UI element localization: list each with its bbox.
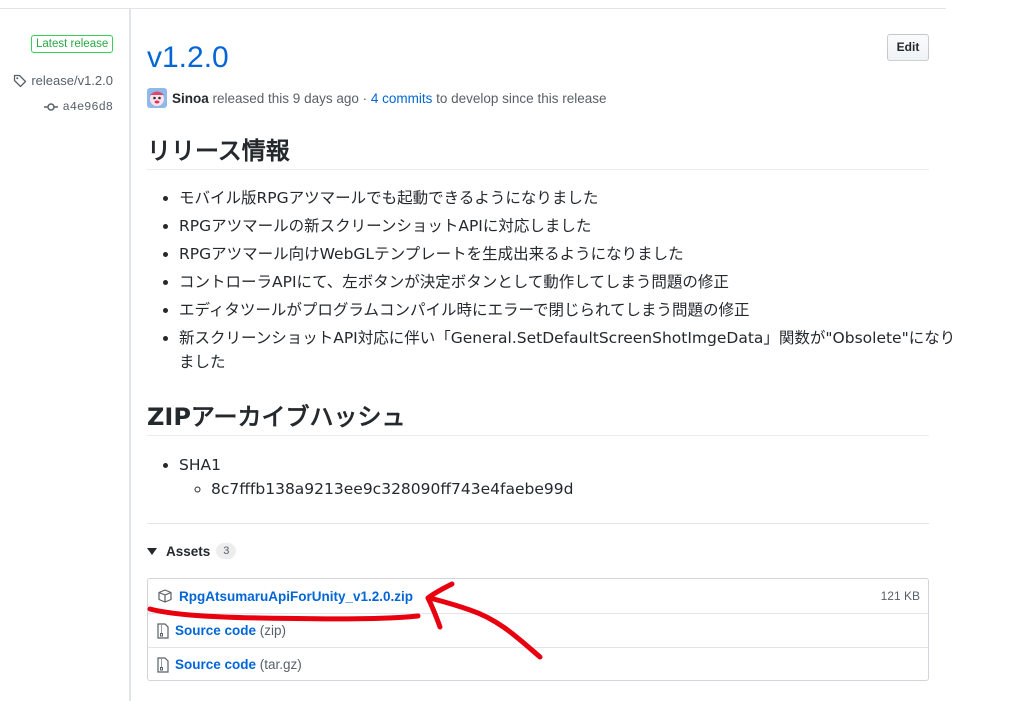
assets-toggle[interactable]: Assets 3 <box>147 543 237 559</box>
hash-list: SHA1 8c7fffb138a9213ee9c328090ff743e4fae… <box>147 453 573 501</box>
asset-link-suffix: (tar.gz) <box>259 657 302 672</box>
avatar[interactable] <box>147 88 167 108</box>
timeline-divider <box>129 8 131 701</box>
package-icon <box>157 588 173 604</box>
assets-list: RpgAtsumaruApiForUnity_v1.2.0.zip 121 KB… <box>147 578 929 681</box>
edit-button[interactable]: Edit <box>887 34 929 61</box>
asset-link-label: Source code <box>175 623 257 638</box>
asset-size: 121 KB <box>880 589 920 603</box>
asset-link[interactable]: Source code (zip) <box>175 623 286 638</box>
tag-icon <box>13 74 27 88</box>
author-name[interactable]: Sinoa <box>172 91 209 106</box>
git-commit-icon <box>43 102 58 112</box>
assets-count-badge: 3 <box>216 543 237 559</box>
list-item: RPGアツマールの新スクリーンショットAPIに対応しました <box>179 214 961 238</box>
release-notes-heading: リリース情報 <box>147 137 290 165</box>
list-item: RPGアツマール向けWebGLテンプレートを生成出来るようになりました <box>179 242 961 266</box>
zip-hash-heading: ZIPアーカイブハッシュ <box>147 403 406 431</box>
release-tag-link[interactable]: release/v1.2.0 <box>13 73 113 88</box>
release-tag-label: release/v1.2.0 <box>31 73 113 88</box>
heading-rule <box>147 169 929 170</box>
commit-link[interactable]: a4e96d8 <box>43 100 113 114</box>
asset-row-zip-package[interactable]: RpgAtsumaruApiForUnity_v1.2.0.zip 121 KB <box>148 579 928 613</box>
released-text: released this 9 days ago · <box>208 90 371 106</box>
release-notes-list: モバイル版RPGアツマールでも起動できるようになりました RPGアツマールの新ス… <box>147 186 961 378</box>
asset-link-suffix: (zip) <box>259 623 287 638</box>
top-divider <box>0 8 946 9</box>
heading-rule <box>147 435 929 436</box>
release-byline: Sinoa released this 9 days ago · 4 commi… <box>147 88 606 108</box>
list-item: エディタツールがプログラムコンパイル時にエラーで閉じられてしまう問題の修正 <box>179 298 961 322</box>
latest-release-badge: Latest release <box>31 35 114 53</box>
release-title[interactable]: v1.2.0 <box>147 38 229 78</box>
list-item: コントローラAPIにて、左ボタンが決定ボタンとして動作してしまう問題の修正 <box>179 270 961 294</box>
hash-algo-item: SHA1 8c7fffb138a9213ee9c328090ff743e4fae… <box>179 453 573 501</box>
asset-row-source-zip[interactable]: Source code (zip) <box>148 613 928 647</box>
assets-label: Assets <box>166 543 211 559</box>
commits-link[interactable]: 4 commits <box>371 91 433 106</box>
commit-hash: a4e96d8 <box>62 100 113 114</box>
file-zip-icon <box>157 656 169 673</box>
list-item: モバイル版RPGアツマールでも起動できるようになりました <box>179 186 961 210</box>
triangle-down-icon <box>147 547 157 555</box>
assets-divider <box>147 523 929 524</box>
asset-link[interactable]: RpgAtsumaruApiForUnity_v1.2.0.zip <box>179 589 413 604</box>
file-zip-icon <box>157 622 169 639</box>
to-branch-text: to develop since this release <box>432 90 607 106</box>
asset-link-label: Source code <box>175 657 257 672</box>
asset-row-source-targz[interactable]: Source code (tar.gz) <box>148 647 928 681</box>
hash-value: 8c7fffb138a9213ee9c328090ff743e4faebe99d <box>211 477 573 501</box>
asset-link[interactable]: Source code (tar.gz) <box>175 657 302 672</box>
hash-algo: SHA1 <box>179 456 221 474</box>
list-item: 新スクリーンショットAPI対応に伴い「General.SetDefaultScr… <box>179 326 961 374</box>
